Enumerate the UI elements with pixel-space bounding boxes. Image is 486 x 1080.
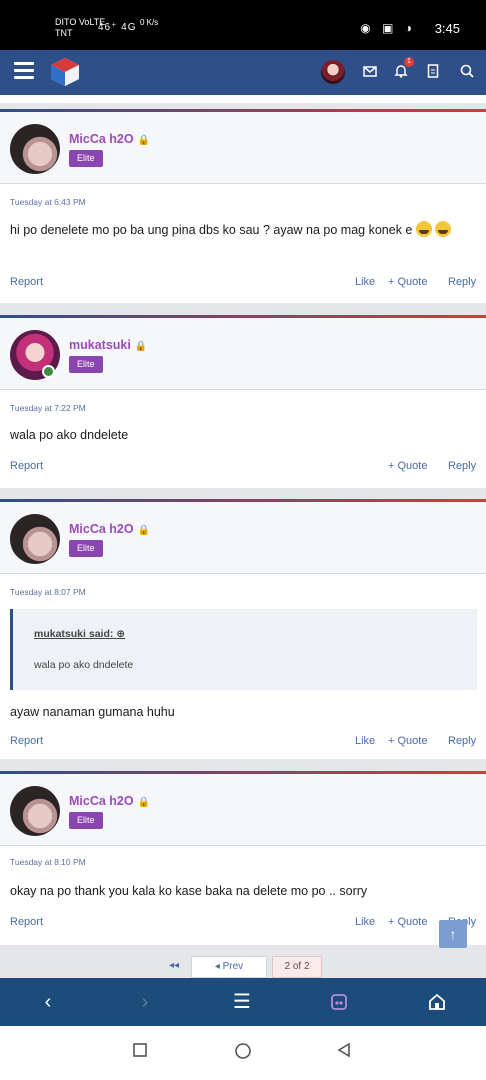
signal-indicator: 46⁺ 4G [98, 22, 137, 33]
back-triangle-icon[interactable] [336, 1042, 352, 1063]
report-link[interactable]: Report [10, 735, 43, 747]
crying-emoji-icon [415, 221, 432, 237]
lock-icon: 🔒 [134, 341, 148, 352]
thread-content: MicCa h2O 🔒 Elite Tuesday at 6:43 PM hi p… [0, 95, 486, 978]
quote-link[interactable]: + Quote [388, 735, 427, 747]
avatar[interactable] [10, 514, 60, 564]
avatar[interactable] [10, 124, 60, 174]
lock-icon: 🔒 [137, 525, 151, 536]
quote-author[interactable]: mukatsuki said: ⊕ [34, 628, 125, 640]
post-message: ayaw nanaman gumana huhu [10, 705, 175, 719]
quote-link[interactable]: + Quote [388, 916, 427, 928]
like-link[interactable]: Like [355, 276, 375, 288]
post-user-bar: MicCa h2O 🔒 Elite [0, 502, 486, 574]
menu-icon[interactable] [14, 62, 34, 82]
quote-link[interactable]: + Quote [388, 460, 427, 472]
post-actions: Report Like + Quote Reply [0, 735, 486, 751]
forward-icon[interactable]: › [135, 992, 155, 1012]
reply-link[interactable]: Reply [448, 735, 476, 747]
user-badge: Elite [69, 540, 103, 557]
user-avatar[interactable] [321, 60, 345, 84]
report-link[interactable]: Report [10, 460, 43, 472]
lock-icon: 🔒 [137, 135, 151, 146]
post-date[interactable]: Tuesday at 6:43 PM [10, 197, 86, 207]
user-badge: Elite [69, 356, 103, 373]
online-status-icon [42, 365, 55, 378]
post-user-bar: MicCa h2O 🔒 Elite [0, 112, 486, 184]
user-badge: Elite [69, 150, 103, 167]
post-actions: Report Like + Quote Reply [0, 916, 486, 932]
profile-mask-icon[interactable] [329, 992, 349, 1012]
username[interactable]: MicCa h2O 🔒 [69, 522, 150, 536]
username[interactable]: mukatsuki 🔒 [69, 338, 147, 352]
user-badge: Elite [69, 812, 103, 829]
post-user-bar: mukatsuki 🔒 Elite [0, 318, 486, 390]
crying-emoji-icon [435, 221, 452, 237]
search-icon[interactable] [458, 63, 476, 81]
quote-text: wala po ako dndelete [34, 659, 134, 671]
status-bar: DITO VoLTE TNT 46⁺ 4G 0 K/s ◉ ▣ ◑ 3:45 [0, 0, 486, 50]
post: MicCa h2O 🔒 Elite Tuesday at 8:10 PM okay… [0, 771, 486, 945]
avatar[interactable] [10, 786, 60, 836]
post-message: okay na po thank you kala ko kase baka n… [10, 884, 368, 898]
site-logo[interactable] [48, 55, 82, 89]
current-page-indicator[interactable]: 2 of 2 [272, 956, 322, 978]
lock-icon: 🔒 [137, 797, 151, 808]
message-text: hi po denelete mo po ba ung pina dbs ko … [10, 223, 413, 237]
system-nav-bar [0, 1026, 486, 1080]
post: mukatsuki 🔒 Elite Tuesday at 7:22 PM wala… [0, 315, 486, 488]
post-user-bar: MicCa h2O 🔒 Elite [0, 774, 486, 846]
scroll-to-top-button[interactable]: ↑ [439, 920, 467, 948]
prev-post-bottom [0, 95, 486, 103]
username-text[interactable]: mukatsuki [69, 338, 131, 352]
username-text[interactable]: MicCa h2O [69, 132, 134, 146]
post-date[interactable]: Tuesday at 7:22 PM [10, 403, 86, 413]
post-date[interactable]: Tuesday at 8:07 PM [10, 587, 86, 597]
reply-link[interactable]: Reply [448, 460, 476, 472]
quote-author-text[interactable]: mukatsuki said: [34, 628, 113, 640]
jump-to-quote-icon[interactable]: ⊕ [116, 628, 125, 640]
status-icons: ◉ ▣ ◑ [360, 21, 416, 35]
browser-menu-icon[interactable]: ☰ [232, 992, 252, 1012]
back-icon[interactable]: ‹ [38, 992, 58, 1012]
net-speed: 0 K/s [140, 18, 159, 27]
reply-link[interactable]: Reply [448, 276, 476, 288]
post-actions: Report + Quote Reply [0, 460, 486, 476]
username-text[interactable]: MicCa h2O [69, 794, 134, 808]
quote-link[interactable]: + Quote [388, 276, 427, 288]
home-icon[interactable] [427, 992, 447, 1012]
report-link[interactable]: Report [10, 276, 43, 288]
clock: 3:45 [434, 21, 460, 36]
app-header: 1 [0, 50, 486, 95]
post: MicCa h2O 🔒 Elite Tuesday at 6:43 PM hi p… [0, 109, 486, 303]
username[interactable]: MicCa h2O 🔒 [69, 132, 150, 146]
quote-block: mukatsuki said: ⊕ wala po ako dndelete [10, 609, 477, 690]
like-link[interactable]: Like [355, 916, 375, 928]
notification-badge: 1 [404, 57, 414, 67]
post-actions: Report Like + Quote Reply [0, 276, 486, 292]
browser-toolbar: ‹ › ☰ [0, 978, 486, 1026]
document-icon[interactable] [424, 63, 442, 81]
home-circle-icon[interactable] [234, 1042, 252, 1065]
recents-icon[interactable] [132, 1042, 148, 1063]
post-message: wala po ako dndelete [10, 428, 129, 442]
post-message: hi po denelete mo po ba ung pina dbs ko … [10, 220, 478, 240]
username-text[interactable]: MicCa h2O [69, 522, 134, 536]
like-link[interactable]: Like [355, 735, 375, 747]
report-link[interactable]: Report [10, 916, 43, 928]
prev-page-button[interactable]: ◂ Prev [191, 956, 267, 978]
first-page-button[interactable]: ◂◂ [161, 956, 187, 978]
post-date[interactable]: Tuesday at 8:10 PM [10, 857, 86, 867]
mail-icon[interactable] [361, 63, 379, 81]
post: MicCa h2O 🔒 Elite Tuesday at 8:07 PM muka… [0, 499, 486, 759]
username[interactable]: MicCa h2O 🔒 [69, 794, 150, 808]
